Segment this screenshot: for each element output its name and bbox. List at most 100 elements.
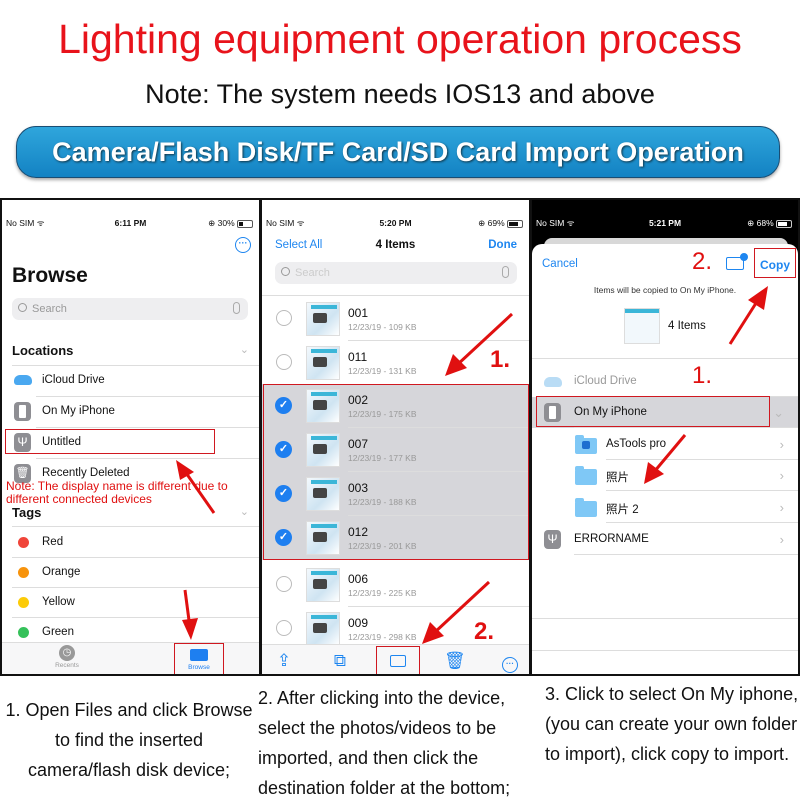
search-icon [281, 267, 290, 276]
battery-icon [237, 219, 253, 228]
chevron-right-icon[interactable]: › [780, 468, 784, 483]
file-name: 006 [348, 572, 369, 586]
chevron-down-icon[interactable]: ⌄ [240, 505, 249, 518]
screenshot-copy-destination: No SIM ᯤ 5:21 PM ⊕ 68% Cancel 2. Copy It… [530, 198, 800, 676]
search-placeholder: Search [295, 267, 330, 279]
ellipsis-circle-icon[interactable]: ··· [500, 651, 520, 673]
search-input[interactable]: Search [12, 298, 248, 320]
destination-item[interactable]: 照片 2 › [532, 492, 798, 523]
file-thumbnail [306, 612, 340, 646]
cloud-icon [14, 375, 32, 385]
destination-label: ERRORNAME [574, 533, 649, 545]
iphone-icon [14, 402, 31, 421]
red-tag-dot [18, 537, 29, 548]
selection-circle[interactable] [276, 354, 292, 370]
selection-circle[interactable] [276, 576, 292, 592]
annotation-arrow [182, 589, 198, 640]
file-name: 009 [348, 616, 369, 630]
app-folder-icon [575, 435, 597, 454]
items-thumbnail [624, 308, 660, 344]
highlight-box [754, 248, 796, 278]
highlight-box [536, 396, 770, 427]
step-marker: 1. [692, 362, 713, 389]
highlight-box [174, 643, 224, 674]
step-marker: 2. [692, 248, 713, 275]
more-options-button[interactable]: ··· [235, 237, 251, 253]
file-thumbnail [306, 346, 340, 380]
folder-icon [575, 466, 597, 485]
tag-label: Green [42, 626, 74, 638]
chevron-down-icon[interactable]: ⌄ [240, 343, 249, 356]
clock-icon: ◷ [59, 645, 75, 661]
highlight-box [5, 429, 215, 454]
location-label: iCloud Drive [42, 374, 105, 386]
file-meta: 12/23/19 - 225 KB [348, 588, 417, 598]
screenshot-select-files: No SIM ᯤ 5:20 PM ⊕ 69% Select All 4 Item… [260, 198, 531, 676]
selection-circle[interactable] [276, 620, 292, 636]
orientation-lock-icon: ⊕ [478, 218, 486, 228]
battery-icon [507, 219, 523, 228]
tag-label: Yellow [42, 596, 75, 608]
highlight-box [263, 384, 529, 560]
status-bar: No SIM ᯤ 5:20 PM ⊕ 69% [262, 214, 529, 232]
search-placeholder: Search [32, 303, 67, 315]
page-title: Lighting equipment operation process [58, 16, 742, 62]
cancel-button[interactable]: Cancel [542, 258, 578, 270]
chevron-right-icon[interactable]: › [780, 500, 784, 515]
annotation-arrow [644, 434, 687, 484]
folder-icon [575, 498, 597, 517]
cloud-icon [544, 377, 562, 387]
trash-icon[interactable]: 🗑 [444, 651, 466, 671]
destination-label: iCloud Drive [574, 375, 637, 387]
share-icon[interactable]: ⇪ [274, 651, 294, 671]
search-input[interactable]: Search [275, 262, 517, 284]
duplicate-icon[interactable]: ⧉ [330, 651, 350, 671]
yellow-tag-dot [18, 597, 29, 608]
microphone-icon[interactable] [502, 266, 509, 278]
usb-icon: Ψ [544, 530, 561, 549]
sidebar-item-icloud-drive[interactable]: iCloud Drive [2, 366, 259, 396]
battery-percent: 30% [217, 218, 235, 228]
chevron-down-icon[interactable]: ⌄ [773, 405, 784, 421]
destination-label: 照片 [606, 472, 629, 484]
locations-header: Locations [12, 343, 74, 358]
highlight-box [376, 646, 420, 674]
file-name: 001 [348, 306, 369, 320]
destination-item[interactable]: Ψ ERRORNAME › [532, 524, 798, 555]
chevron-right-icon[interactable]: › [780, 532, 784, 547]
tag-label: Orange [42, 566, 81, 578]
status-bar: No SIM ᯤ 6:11 PM ⊕ 30% [2, 214, 259, 232]
battery-icon [776, 219, 792, 228]
browse-title: Browse [12, 264, 88, 287]
sidebar-item-on-my-iphone[interactable]: On My iPhone [2, 397, 259, 427]
file-meta: 12/23/19 - 109 KB [348, 322, 417, 332]
destination-item[interactable]: iCloud Drive [532, 366, 798, 397]
section-banner: Camera/Flash Disk/TF Card/SD Card Import… [16, 126, 780, 178]
annotation-arrow [422, 580, 491, 644]
tab-recents[interactable]: ◷ Recents [42, 645, 92, 669]
selection-circle[interactable] [276, 310, 292, 326]
step2-description: 2. After clicking into the device, selec… [258, 688, 511, 798]
destination-label: 照片 2 [606, 504, 639, 516]
tag-item-red[interactable]: Red [2, 528, 259, 558]
file-meta: 12/23/19 - 131 KB [348, 366, 417, 376]
tag-item-yellow[interactable]: Yellow [2, 588, 259, 618]
search-icon [18, 303, 27, 312]
page-subtitle: Note: The system needs IOS13 and above [145, 79, 655, 109]
tags-header: Tags [12, 505, 42, 520]
items-count: 4 Items [668, 320, 706, 332]
annotation-arrow [445, 312, 514, 376]
battery-percent: 68% [756, 218, 774, 228]
tab-label: Recents [55, 662, 79, 669]
chevron-right-icon[interactable]: › [780, 437, 784, 452]
done-button[interactable]: Done [488, 239, 517, 251]
location-label: On My iPhone [42, 405, 115, 417]
microphone-icon[interactable] [233, 302, 240, 314]
location-label: Recently Deleted [42, 467, 130, 479]
tag-item-orange[interactable]: Orange [2, 558, 259, 588]
new-folder-icon[interactable] [726, 253, 748, 270]
orange-tag-dot [18, 567, 29, 578]
annotation-arrow [728, 286, 768, 345]
tag-label: Red [42, 536, 64, 548]
file-name: 011 [348, 350, 368, 364]
